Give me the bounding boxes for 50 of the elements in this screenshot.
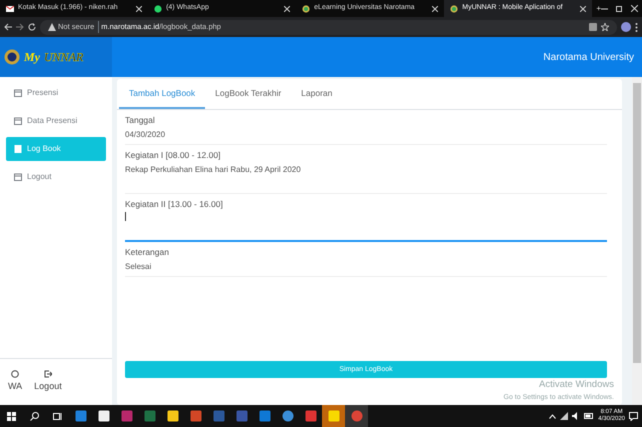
sidebar-item[interactable]: Data Presensi	[6, 109, 106, 133]
windows-icon[interactable]	[7, 412, 16, 420]
search-icon[interactable]	[30, 412, 39, 420]
back-icon[interactable]	[4, 23, 12, 31]
warning-icon	[48, 23, 56, 31]
field-label: Kegiatan I [08.00 - 12.00]	[125, 148, 222, 162]
input-field[interactable]	[125, 212, 607, 242]
battery-icon[interactable]	[584, 413, 594, 419]
calendar-icon	[14, 173, 22, 181]
sidebar-item[interactable]: Presensi	[6, 81, 106, 105]
sidebar-item[interactable]: Logout	[6, 165, 106, 189]
tab[interactable]: Tambah LogBook	[119, 79, 206, 109]
network-icon[interactable]	[560, 412, 568, 420]
field-label: Keterangan	[125, 246, 170, 259]
exit-icon[interactable]	[44, 370, 52, 378]
field-label: Tanggal	[125, 114, 156, 127]
star-icon[interactable]	[601, 23, 609, 31]
scrollbar-thumb[interactable]	[633, 83, 641, 363]
header-title: Narotama University	[543, 50, 634, 64]
input-field[interactable]: Rekap Perkuliahan Elina hari Rabu, 29 April 2020	[125, 164, 607, 194]
brand-text: My	[24, 49, 40, 66]
tab[interactable]: LogBook Terakhir	[205, 79, 292, 109]
avatar-icon[interactable]	[621, 22, 631, 32]
close-icon[interactable]	[284, 6, 290, 12]
logout-link[interactable]: Logout	[34, 380, 62, 394]
seal-icon	[302, 4, 310, 12]
reload-icon[interactable]	[28, 23, 36, 31]
close-icon[interactable]	[432, 6, 438, 12]
restore-icon[interactable]	[616, 5, 623, 12]
close-icon[interactable]	[631, 5, 638, 12]
seal-icon	[4, 49, 20, 65]
input-field[interactable]: Selesai	[125, 261, 607, 277]
close-icon[interactable]	[580, 6, 586, 12]
new-tab-button[interactable]: +	[596, 3, 601, 15]
calendar-icon	[14, 117, 22, 125]
input-field[interactable]: 04/30/2020	[125, 128, 607, 145]
seal-icon	[450, 4, 458, 12]
menu-icon[interactable]	[635, 22, 638, 32]
notification-icon[interactable]	[629, 412, 638, 420]
brand-text: UNNAR	[44, 49, 84, 66]
chevron-up-icon[interactable]	[549, 414, 556, 418]
tab[interactable]: Laporan	[291, 79, 342, 109]
scrollbar[interactable]	[632, 77, 642, 405]
field-label: Kegiatan II [13.00 - 16.00]	[125, 198, 224, 210]
calendar-icon	[14, 89, 22, 97]
forward-icon[interactable]	[16, 23, 24, 31]
whatsapp-link[interactable]: WA	[8, 380, 22, 394]
close-icon[interactable]	[136, 6, 142, 12]
activation-title: Activate Windows	[539, 378, 614, 392]
task-view-icon[interactable]	[53, 412, 62, 420]
